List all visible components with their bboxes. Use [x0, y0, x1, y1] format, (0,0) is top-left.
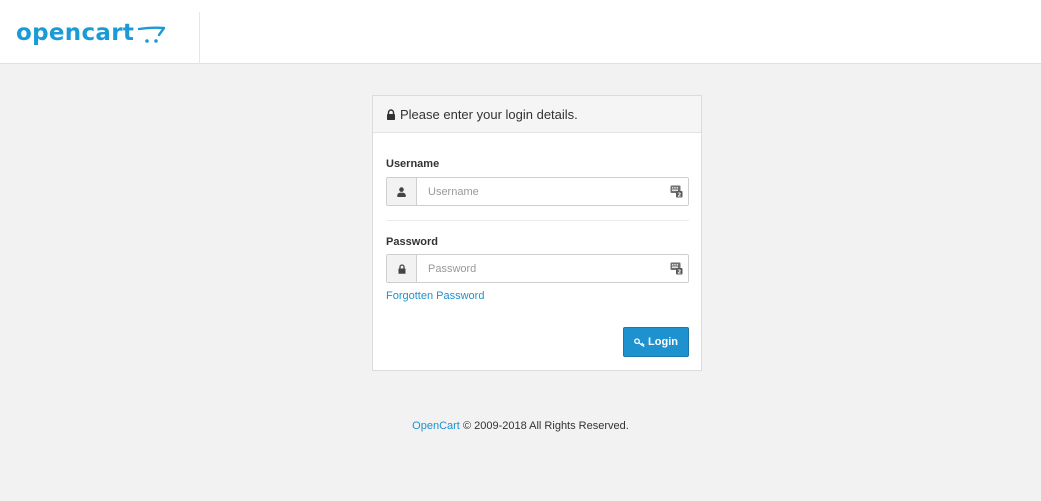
header-divider [199, 12, 200, 64]
cart-icon [137, 25, 167, 50]
login-button[interactable]: Login [623, 327, 689, 357]
field-separator [386, 220, 689, 221]
username-input[interactable] [417, 178, 664, 205]
top-header: opencart [0, 0, 1041, 64]
keypass-icon[interactable]: 2 [664, 178, 688, 205]
keypass-icon[interactable]: 2 [664, 255, 688, 282]
key-icon [634, 337, 645, 347]
login-panel: Please enter your login details. Usernam… [372, 95, 702, 371]
password-input[interactable] [417, 255, 664, 282]
opencart-footer-link[interactable]: OpenCart [412, 420, 460, 432]
lock-icon [387, 255, 417, 282]
password-input-group: 2 [386, 254, 689, 283]
username-label: Username [386, 158, 440, 170]
opencart-logo[interactable]: opencart [16, 20, 167, 50]
logo-text: opencart [16, 20, 135, 46]
panel-heading-text: Please enter your login details. [400, 106, 578, 122]
footer: OpenCart © 2009-2018 All Rights Reserved… [0, 420, 1041, 432]
user-icon [387, 178, 417, 205]
username-input-group: 2 [386, 177, 689, 206]
password-label: Password [386, 236, 438, 248]
svg-text:2: 2 [677, 192, 681, 198]
lock-icon [386, 108, 396, 120]
forgotten-password-link[interactable]: Forgotten Password [386, 290, 484, 302]
panel-heading: Please enter your login details. [373, 96, 701, 133]
svg-text:2: 2 [677, 269, 681, 275]
login-button-label: Login [648, 336, 678, 348]
copyright-text: © 2009-2018 All Rights Reserved. [462, 420, 629, 432]
